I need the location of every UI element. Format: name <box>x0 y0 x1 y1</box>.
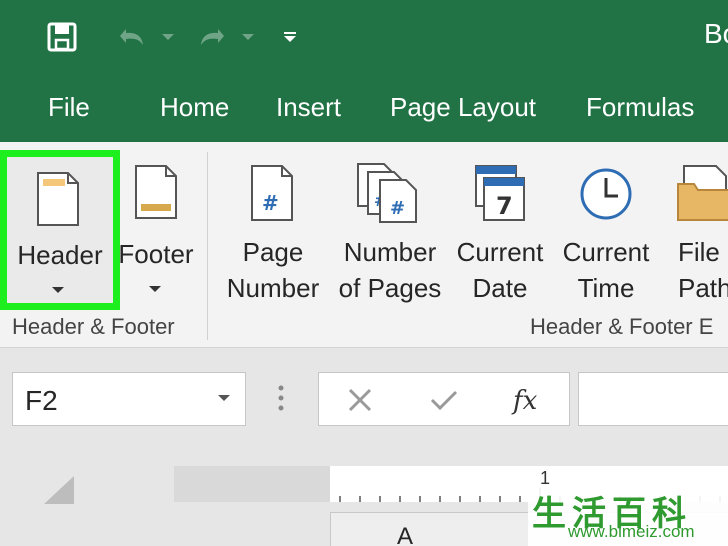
watermark-url: www.bimeiz.com <box>568 522 695 541</box>
name-box-value: F2 <box>25 385 58 416</box>
current-date-label-line1: Current <box>456 237 544 267</box>
header-label: Header <box>17 240 103 270</box>
watermark: 生活百科 www.bimeiz.com <box>528 486 728 546</box>
group-separator <box>207 152 208 340</box>
title-bar: Bo <box>0 0 728 80</box>
formula-input[interactable] <box>578 372 728 426</box>
svg-text:fx: fx <box>511 386 538 416</box>
file-path-button[interactable]: File Path <box>672 150 728 310</box>
select-all-icon[interactable] <box>42 474 76 506</box>
number-of-pages-label-line1: Number <box>343 237 437 267</box>
page-number-label-line2: Number <box>226 273 320 303</box>
enter-icon[interactable] <box>429 387 459 413</box>
footer-button[interactable]: Footer <box>116 150 198 310</box>
page-number-label-line1: Page <box>242 237 304 267</box>
number-of-pages-icon: # # <box>357 163 417 223</box>
group-label-header-footer-elements: Header & Footer E <box>530 314 714 339</box>
file-path-label-line1: File <box>678 237 720 267</box>
header-button[interactable]: Header <box>0 150 120 310</box>
customize-qat-icon <box>284 32 296 42</box>
current-time-label-line2: Time <box>577 273 635 303</box>
svg-text:#: # <box>390 198 405 219</box>
tab-insert[interactable]: Insert <box>276 92 341 123</box>
current-time-button[interactable]: Current Time <box>556 150 656 310</box>
footer-icon <box>135 165 177 219</box>
chevron-down-icon <box>52 287 64 293</box>
tab-formulas[interactable]: Formulas <box>586 92 694 123</box>
tab-page-layout[interactable]: Page Layout <box>390 92 536 123</box>
undo-button[interactable] <box>112 20 178 54</box>
footer-label: Footer <box>118 239 194 269</box>
chevron-down-icon <box>149 286 161 292</box>
page-number-button[interactable]: # Page Number <box>218 150 328 310</box>
ribbon: Header Footer # Page Number # Number of … <box>0 142 728 348</box>
current-date-icon: 7 <box>475 165 525 221</box>
fx-icon[interactable]: fx <box>511 383 545 417</box>
window-title: Bo <box>704 18 728 49</box>
number-of-pages-label-line2: of Pages <box>338 273 442 303</box>
more-options-icon[interactable] <box>276 384 286 414</box>
column-label-a: A <box>397 523 414 546</box>
formula-buttons: fx <box>318 372 570 426</box>
file-path-icon <box>677 165 728 221</box>
svg-text:#: # <box>262 191 279 215</box>
save-button[interactable] <box>46 20 78 54</box>
current-time-icon <box>580 168 632 220</box>
menu-bar: File Home Insert Page Layout Formulas <box>0 80 728 142</box>
customize-qat-button[interactable] <box>280 20 300 54</box>
current-date-label-line2: Date <box>472 273 528 303</box>
current-date-button[interactable]: 7 Current Date <box>450 150 550 310</box>
chevron-down-icon[interactable] <box>217 393 231 403</box>
redo-button[interactable] <box>192 20 258 54</box>
redo-icon <box>201 29 254 45</box>
number-of-pages-button[interactable]: # # Number of Pages <box>334 150 446 310</box>
tab-file[interactable]: File <box>48 92 90 123</box>
name-box[interactable]: F2 <box>12 372 246 426</box>
group-label-header-footer: Header & Footer <box>12 314 175 339</box>
undo-icon <box>120 29 174 45</box>
tab-home[interactable]: Home <box>160 92 229 123</box>
save-icon <box>47 22 77 52</box>
ruler-margin <box>174 466 330 502</box>
header-icon <box>37 172 79 226</box>
file-path-label-line2: Path <box>678 273 728 303</box>
current-time-label-line1: Current <box>562 237 650 267</box>
page-number-icon: # <box>251 165 293 221</box>
cancel-icon[interactable] <box>347 387 373 413</box>
svg-text:7: 7 <box>496 192 513 220</box>
formula-bar: F2 fx <box>0 348 728 448</box>
